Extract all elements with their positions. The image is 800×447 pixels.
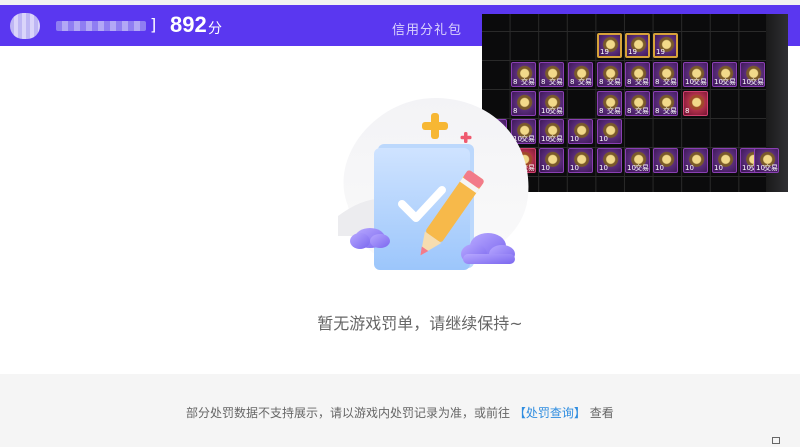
- inventory-slot[interactable]: 8 交易: [625, 62, 650, 87]
- slot-trade-tag: 交易: [663, 78, 677, 86]
- empty-state-message: 暂无游戏罚单，请继续保持~: [317, 314, 523, 333]
- inventory-slot[interactable]: 8: [683, 91, 708, 116]
- footer: 部分处罚数据不支持展示，请以游戏内处罚记录为准，或前往 【处罚查询】 查看: [0, 374, 800, 447]
- inventory-slot[interactable]: 10: [712, 148, 737, 173]
- username-bracket: ]: [150, 15, 157, 34]
- slot-trade-tag: 交易: [607, 78, 621, 86]
- inventory-slot[interactable]: 19: [653, 33, 678, 58]
- slot-count: 8: [541, 78, 546, 86]
- inventory-slot[interactable]: 8 交易: [653, 91, 678, 116]
- slot-count: 10: [685, 164, 694, 172]
- inventory-slot[interactable]: 8 交易: [511, 62, 536, 87]
- slot-count: 8: [513, 78, 518, 86]
- slot-count: 10: [655, 164, 664, 172]
- inventory-slot[interactable]: 10: [653, 148, 678, 173]
- inventory-slot[interactable]: 8 交易: [597, 91, 622, 116]
- slot-trade-tag: 交易: [764, 164, 778, 172]
- slot-count: 10: [541, 164, 550, 172]
- slot-trade-tag: 交易: [521, 78, 535, 86]
- inventory-slot[interactable]: 10交易: [625, 148, 650, 173]
- inventory-slot[interactable]: 8 交易: [653, 62, 678, 87]
- inventory-slot[interactable]: 10: [683, 148, 708, 173]
- inventory-slot[interactable]: 8 交易: [625, 91, 650, 116]
- credit-score-unit: 分: [208, 21, 222, 37]
- slot-count: 8: [599, 107, 604, 115]
- inventory-slot[interactable]: 8 交易: [568, 62, 593, 87]
- slot-count: 10: [599, 164, 608, 172]
- slot-count: 8: [685, 107, 690, 115]
- inventory-slot[interactable]: 10交易: [539, 119, 564, 144]
- username-redacted: [56, 21, 146, 31]
- inventory-slot[interactable]: 8 交易: [539, 62, 564, 87]
- inventory-slot[interactable]: 10: [539, 148, 564, 173]
- inventory-slot[interactable]: 10交易: [740, 62, 765, 87]
- slot-trade-tag: 交易: [635, 78, 649, 86]
- slot-trade-tag: 交易: [635, 164, 649, 172]
- slot-count: 8: [627, 107, 632, 115]
- inventory-slot[interactable]: 10: [568, 119, 593, 144]
- slot-trade-tag: 交易: [693, 78, 707, 86]
- slot-count: 10: [599, 135, 608, 143]
- slot-count: 8: [627, 78, 632, 86]
- slot-count: 19: [600, 48, 609, 56]
- slot-count: 8: [570, 78, 575, 86]
- slot-trade-tag: 交易: [549, 135, 563, 143]
- slot-count: 19: [628, 48, 637, 56]
- slot-trade-tag: 交易: [607, 107, 621, 115]
- user-avatar[interactable]: [10, 13, 40, 39]
- slot-trade-tag: 交易: [663, 107, 677, 115]
- slot-trade-tag: 交易: [722, 78, 736, 86]
- slot-count: 10: [570, 135, 579, 143]
- footer-note-suffix: 查看: [589, 406, 614, 420]
- credit-score: 892: [170, 12, 207, 37]
- inventory-slot[interactable]: 10交易: [683, 62, 708, 87]
- footer-note: 部分处罚数据不支持展示，请以游戏内处罚记录为准，或前往 【处罚查询】 查看: [186, 404, 614, 421]
- inventory-slot[interactable]: 10: [568, 148, 593, 173]
- slot-count: 10: [570, 164, 579, 172]
- inventory-slot[interactable]: 8 交易: [597, 62, 622, 87]
- slot-trade-tag: 交易: [635, 107, 649, 115]
- slot-count: 8: [655, 107, 660, 115]
- slot-count: 8: [655, 78, 660, 86]
- inventory-slot[interactable]: 10交易: [754, 148, 779, 173]
- slot-trade-tag: 交易: [549, 107, 563, 115]
- inventory-slot[interactable]: 10交易: [712, 62, 737, 87]
- slot-trade-tag: 交易: [578, 78, 592, 86]
- restore-window-icon[interactable]: [772, 437, 780, 444]
- empty-state-illustration: [338, 97, 529, 270]
- inventory-slot[interactable]: 19: [597, 33, 622, 58]
- inventory-slot[interactable]: 10: [597, 119, 622, 144]
- footer-note-prefix: 部分处罚数据不支持展示，请以游戏内处罚记录为准，或前往: [186, 406, 511, 420]
- inventory-slot[interactable]: 10: [597, 148, 622, 173]
- inventory-slot[interactable]: 19: [625, 33, 650, 58]
- inventory-slot[interactable]: 10交易: [539, 91, 564, 116]
- slot-count: 19: [656, 48, 665, 56]
- slot-count: 8: [599, 78, 604, 86]
- penalty-query-link[interactable]: 【处罚查询】: [514, 406, 586, 420]
- credit-gift-link[interactable]: 信用分礼包: [392, 19, 462, 38]
- slot-trade-tag: 交易: [750, 78, 764, 86]
- slot-count: 10: [714, 164, 723, 172]
- slot-trade-tag: 交易: [549, 78, 563, 86]
